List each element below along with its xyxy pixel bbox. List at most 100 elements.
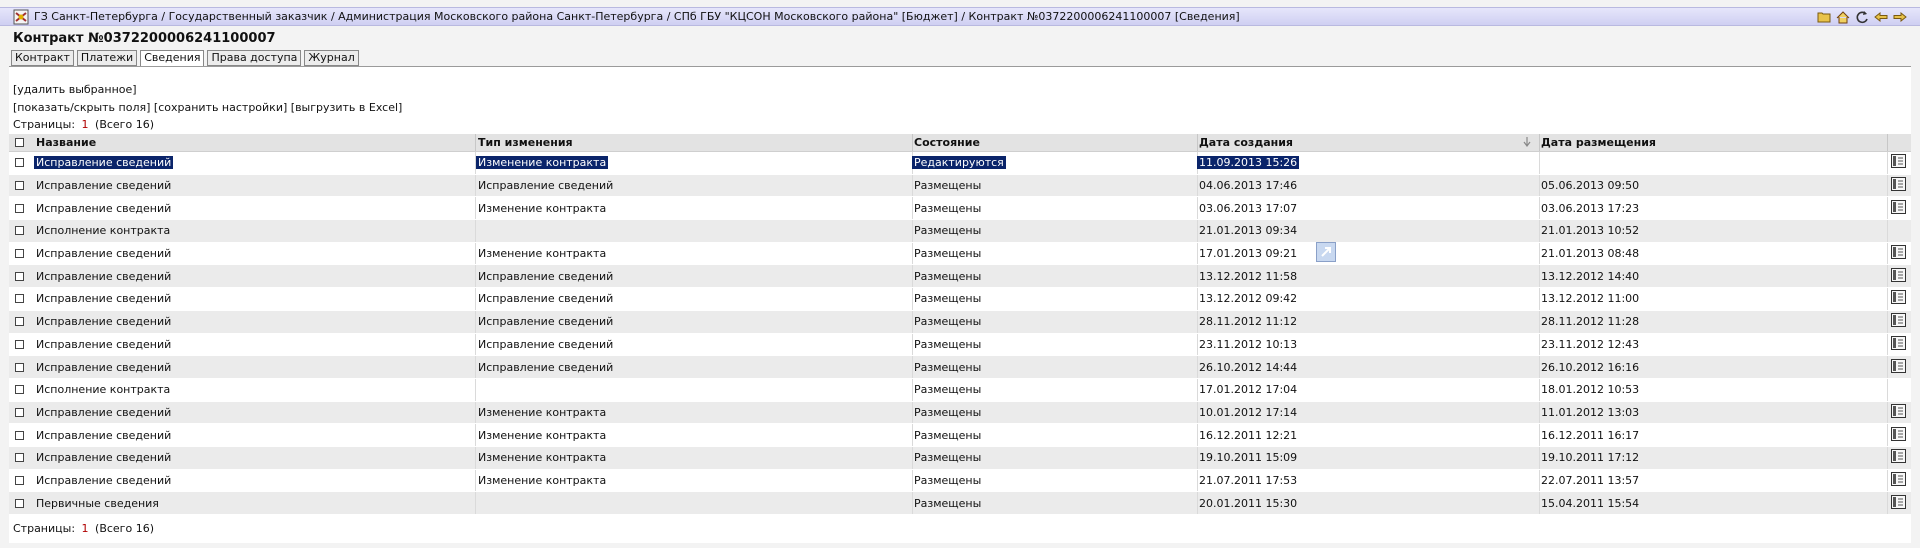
cell-name[interactable]: Исправление сведений bbox=[36, 406, 171, 419]
cell-placed: 21.01.2013 10:52 bbox=[1541, 224, 1640, 238]
document-icon[interactable] bbox=[1891, 494, 1906, 512]
cell-created: 28.11.2012 11:12 bbox=[1199, 315, 1298, 329]
row-checkbox[interactable] bbox=[15, 158, 24, 168]
cell-placed: 19.10.2011 17:12 bbox=[1541, 451, 1640, 465]
cell-created: 23.11.2012 10:13 bbox=[1199, 337, 1298, 351]
cell-name[interactable]: Исправление сведений bbox=[36, 474, 171, 487]
document-icon[interactable] bbox=[1891, 199, 1906, 217]
tab-access-rights[interactable]: Права доступа bbox=[207, 50, 302, 66]
document-icon[interactable] bbox=[1891, 403, 1906, 421]
row-checkbox[interactable] bbox=[15, 249, 24, 259]
document-icon[interactable] bbox=[1891, 154, 1906, 171]
row-checkbox[interactable] bbox=[15, 475, 24, 485]
row-checkbox[interactable] bbox=[15, 385, 24, 395]
tab-journal[interactable]: Журнал bbox=[304, 50, 359, 66]
table-row[interactable]: Исправление сведений Изменение контракта Р… bbox=[9, 197, 1911, 221]
table-row[interactable]: Исправление сведений Изменение контракта Р… bbox=[9, 401, 1911, 425]
row-checkbox[interactable] bbox=[15, 226, 24, 236]
tab-details[interactable]: Сведения bbox=[140, 50, 205, 67]
pagination-top: Страницы: 1 (Всего 16) bbox=[13, 118, 154, 131]
home-icon[interactable] bbox=[1835, 9, 1851, 25]
open-link-icon[interactable] bbox=[1316, 242, 1336, 262]
forward-arrow-icon[interactable] bbox=[1892, 9, 1908, 25]
row-checkbox[interactable] bbox=[15, 430, 24, 440]
column-header-change-type[interactable]: Тип изменения bbox=[478, 134, 573, 151]
row-checkbox[interactable] bbox=[15, 362, 24, 372]
document-icon[interactable] bbox=[1891, 245, 1906, 262]
cell-name[interactable]: Исправление сведений bbox=[36, 202, 171, 215]
column-header-state[interactable]: Состояние bbox=[914, 134, 980, 151]
column-header-placed[interactable]: Дата размещения bbox=[1541, 134, 1656, 151]
document-icon[interactable] bbox=[1891, 290, 1906, 307]
page-number-link[interactable]: 1 bbox=[82, 522, 89, 535]
table-row[interactable]: Исполнение контракта Размещены 21.01.2013 … bbox=[9, 220, 1911, 243]
cell-placed: 26.10.2012 16:16 bbox=[1541, 360, 1640, 374]
cell-placed: 13.12.2012 11:00 bbox=[1541, 292, 1640, 306]
column-header-created[interactable]: Дата создания bbox=[1199, 134, 1293, 151]
table-row[interactable]: Исправление сведений Исправление сведений… bbox=[9, 333, 1911, 357]
cell-name[interactable]: Исправление сведений bbox=[36, 179, 171, 192]
table-row[interactable]: Исправление сведений Исправление сведений… bbox=[9, 265, 1911, 289]
cell-name[interactable]: Исправление сведений bbox=[36, 338, 171, 351]
document-icon[interactable] bbox=[1891, 335, 1906, 353]
table-row[interactable]: Исправление сведений Исправление сведений… bbox=[9, 310, 1911, 334]
cell-name[interactable]: Исправление сведений bbox=[36, 361, 171, 374]
row-checkbox[interactable] bbox=[15, 498, 24, 508]
page-number-link[interactable]: 1 bbox=[82, 118, 89, 131]
column-header-name[interactable]: Название bbox=[36, 134, 96, 151]
table-row[interactable]: Исправление сведений Изменение контракта Р… bbox=[9, 152, 1911, 175]
table-row[interactable]: Исправление сведений Исправление сведений… bbox=[9, 288, 1911, 311]
cell-name[interactable]: Первичные сведения bbox=[36, 497, 159, 510]
cell-change-type: Изменение контракта bbox=[476, 156, 609, 170]
row-checkbox[interactable] bbox=[15, 453, 24, 463]
tab-contract[interactable]: Контракт bbox=[11, 50, 74, 66]
table-row[interactable]: Исполнение контракта Размещены 17.01.2012 … bbox=[9, 378, 1911, 402]
row-checkbox[interactable] bbox=[15, 339, 24, 349]
document-icon[interactable] bbox=[1891, 177, 1906, 194]
sort-desc-icon[interactable] bbox=[1523, 137, 1531, 147]
document-icon[interactable] bbox=[1891, 313, 1906, 330]
app-logo-icon bbox=[13, 9, 29, 25]
cell-change-type: Изменение контракта bbox=[478, 201, 607, 215]
row-checkbox[interactable] bbox=[15, 407, 24, 417]
breadcrumb[interactable]: ГЗ Санкт-Петербурга / Государственный за… bbox=[34, 10, 1240, 23]
refresh-icon[interactable] bbox=[1854, 9, 1870, 25]
back-arrow-icon[interactable] bbox=[1873, 9, 1889, 25]
cell-name[interactable]: Исправление сведений bbox=[36, 292, 171, 305]
folder-icon[interactable] bbox=[1816, 9, 1832, 25]
row-checkbox[interactable] bbox=[15, 181, 24, 191]
row-checkbox[interactable] bbox=[15, 271, 24, 281]
document-icon[interactable] bbox=[1891, 426, 1906, 444]
table-row[interactable]: Исправление сведений Изменение контракта Р… bbox=[9, 469, 1911, 493]
table-row[interactable]: Исправление сведений Исправление сведений… bbox=[9, 174, 1911, 198]
cell-name[interactable]: Исправление сведений bbox=[36, 451, 171, 464]
row-checkbox[interactable] bbox=[15, 203, 24, 213]
select-all-checkbox[interactable] bbox=[15, 138, 24, 147]
cell-name[interactable]: Исполнение контракта bbox=[36, 224, 170, 237]
cell-name[interactable]: Исправление сведений bbox=[34, 156, 174, 170]
export-excel-link[interactable]: [выгрузить в Excel] bbox=[291, 101, 403, 114]
row-checkbox[interactable] bbox=[15, 317, 24, 327]
tab-payments[interactable]: Платежи bbox=[76, 50, 138, 66]
cell-name[interactable]: Исправление сведений bbox=[36, 270, 171, 283]
cell-created: 19.10.2011 15:09 bbox=[1199, 451, 1298, 465]
show-hide-fields-link[interactable]: [показать/скрыть поля] bbox=[13, 101, 150, 114]
table-row[interactable]: Исправление сведений Изменение контракта Р… bbox=[9, 446, 1911, 470]
cell-change-type: Изменение контракта bbox=[478, 247, 607, 261]
pagination-bottom: Страницы: 1 (Всего 16) bbox=[13, 522, 154, 535]
table-row[interactable]: Первичные сведения Размещены 20.01.2011 15… bbox=[9, 492, 1911, 515]
cell-name[interactable]: Исполнение контракта bbox=[36, 383, 170, 396]
delete-selected-link[interactable]: [удалить выбранное] bbox=[13, 83, 137, 96]
cell-name[interactable]: Исправление сведений bbox=[36, 247, 171, 260]
document-icon[interactable] bbox=[1891, 449, 1906, 466]
row-checkbox[interactable] bbox=[15, 294, 24, 304]
document-icon[interactable] bbox=[1891, 471, 1906, 489]
cell-name[interactable]: Исправление сведений bbox=[36, 429, 171, 442]
save-settings-link[interactable]: [сохранить настройки] bbox=[154, 101, 287, 114]
table-row[interactable]: Исправление сведений Изменение контракта Р… bbox=[9, 242, 1911, 266]
cell-name[interactable]: Исправление сведений bbox=[36, 315, 171, 328]
document-icon[interactable] bbox=[1891, 358, 1906, 376]
table-row[interactable]: Исправление сведений Изменение контракта Р… bbox=[9, 424, 1911, 447]
document-icon[interactable] bbox=[1891, 267, 1906, 285]
table-row[interactable]: Исправление сведений Исправление сведений… bbox=[9, 356, 1911, 379]
